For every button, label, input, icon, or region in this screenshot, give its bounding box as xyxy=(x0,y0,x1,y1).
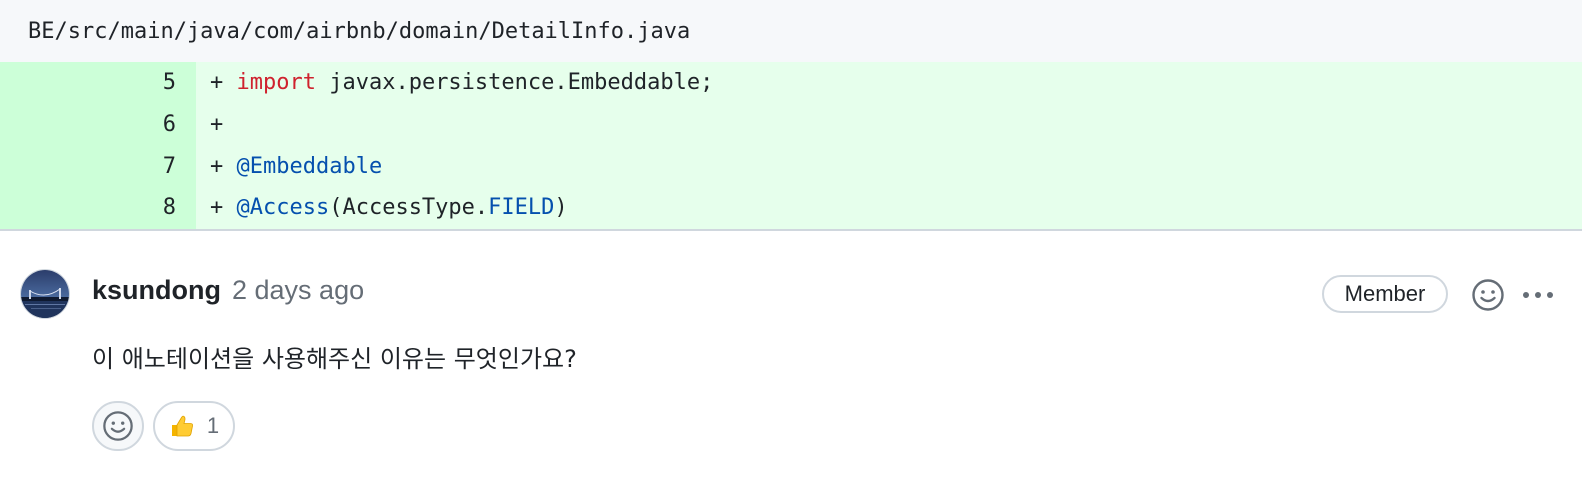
keyword-token: import xyxy=(236,70,316,95)
reaction-thumbs-up[interactable]: 1 xyxy=(153,401,235,451)
annotation-token: @Access xyxy=(236,195,330,221)
diff-prefix: + xyxy=(210,70,237,95)
diff-line: 7 + @Embeddable xyxy=(0,145,1582,188)
code-token: ) xyxy=(554,195,568,221)
line-number[interactable]: 5 xyxy=(0,62,196,104)
diff-prefix: + xyxy=(210,153,237,179)
annotation-token: @Embeddable xyxy=(236,153,383,179)
comment-timestamp[interactable]: 2 days ago xyxy=(232,275,364,306)
kebab-horizontal-icon xyxy=(1523,292,1553,298)
reaction-count: 1 xyxy=(206,413,220,438)
code-token: javax.persistence.Embeddable; xyxy=(315,70,714,95)
diff-prefix: + xyxy=(210,195,237,221)
constant-token: FIELD xyxy=(488,195,555,221)
diff-line: 8 + @Access(AccessType.FIELD) xyxy=(0,187,1582,229)
code-line: + @Embeddable xyxy=(196,146,1582,188)
avatar[interactable] xyxy=(20,269,70,319)
line-number[interactable]: 8 xyxy=(0,187,196,229)
add-reaction-button[interactable] xyxy=(1470,277,1506,313)
line-number[interactable]: 7 xyxy=(0,145,196,188)
comment-body: 이 애노테이션을 사용해주신 이유는 무엇인가요? xyxy=(92,345,577,373)
code-line: + xyxy=(196,104,1582,146)
smiley-icon xyxy=(1472,279,1504,311)
member-badge: Member xyxy=(1322,275,1448,313)
diff-line: 5 + import javax.persistence.Embeddable; xyxy=(0,62,1582,104)
avatar-image xyxy=(21,270,69,318)
diff-view: 5 + import javax.persistence.Embeddable;… xyxy=(0,62,1582,231)
thumbs-up-icon xyxy=(171,415,193,437)
add-reaction-pill[interactable] xyxy=(92,401,144,451)
code-line: + import javax.persistence.Embeddable; xyxy=(196,62,1582,104)
line-number[interactable]: 6 xyxy=(0,103,196,146)
file-header: BE/src/main/java/com/airbnb/domain/Detai… xyxy=(0,0,1582,62)
code-line: + @Access(AccessType.FIELD) xyxy=(196,187,1582,229)
comment-author[interactable]: ksundong xyxy=(92,275,221,306)
code-token: (AccessType. xyxy=(329,195,489,221)
file-path[interactable]: BE/src/main/java/com/airbnb/domain/Detai… xyxy=(28,19,690,44)
diff-prefix: + xyxy=(210,111,224,137)
diff-line: 6 + xyxy=(0,103,1582,146)
more-options-button[interactable] xyxy=(1518,277,1558,313)
review-comment: ksundong 2 days ago Member 이 애노테이션을 사용해주… xyxy=(0,231,1582,478)
smiley-icon xyxy=(103,411,133,441)
